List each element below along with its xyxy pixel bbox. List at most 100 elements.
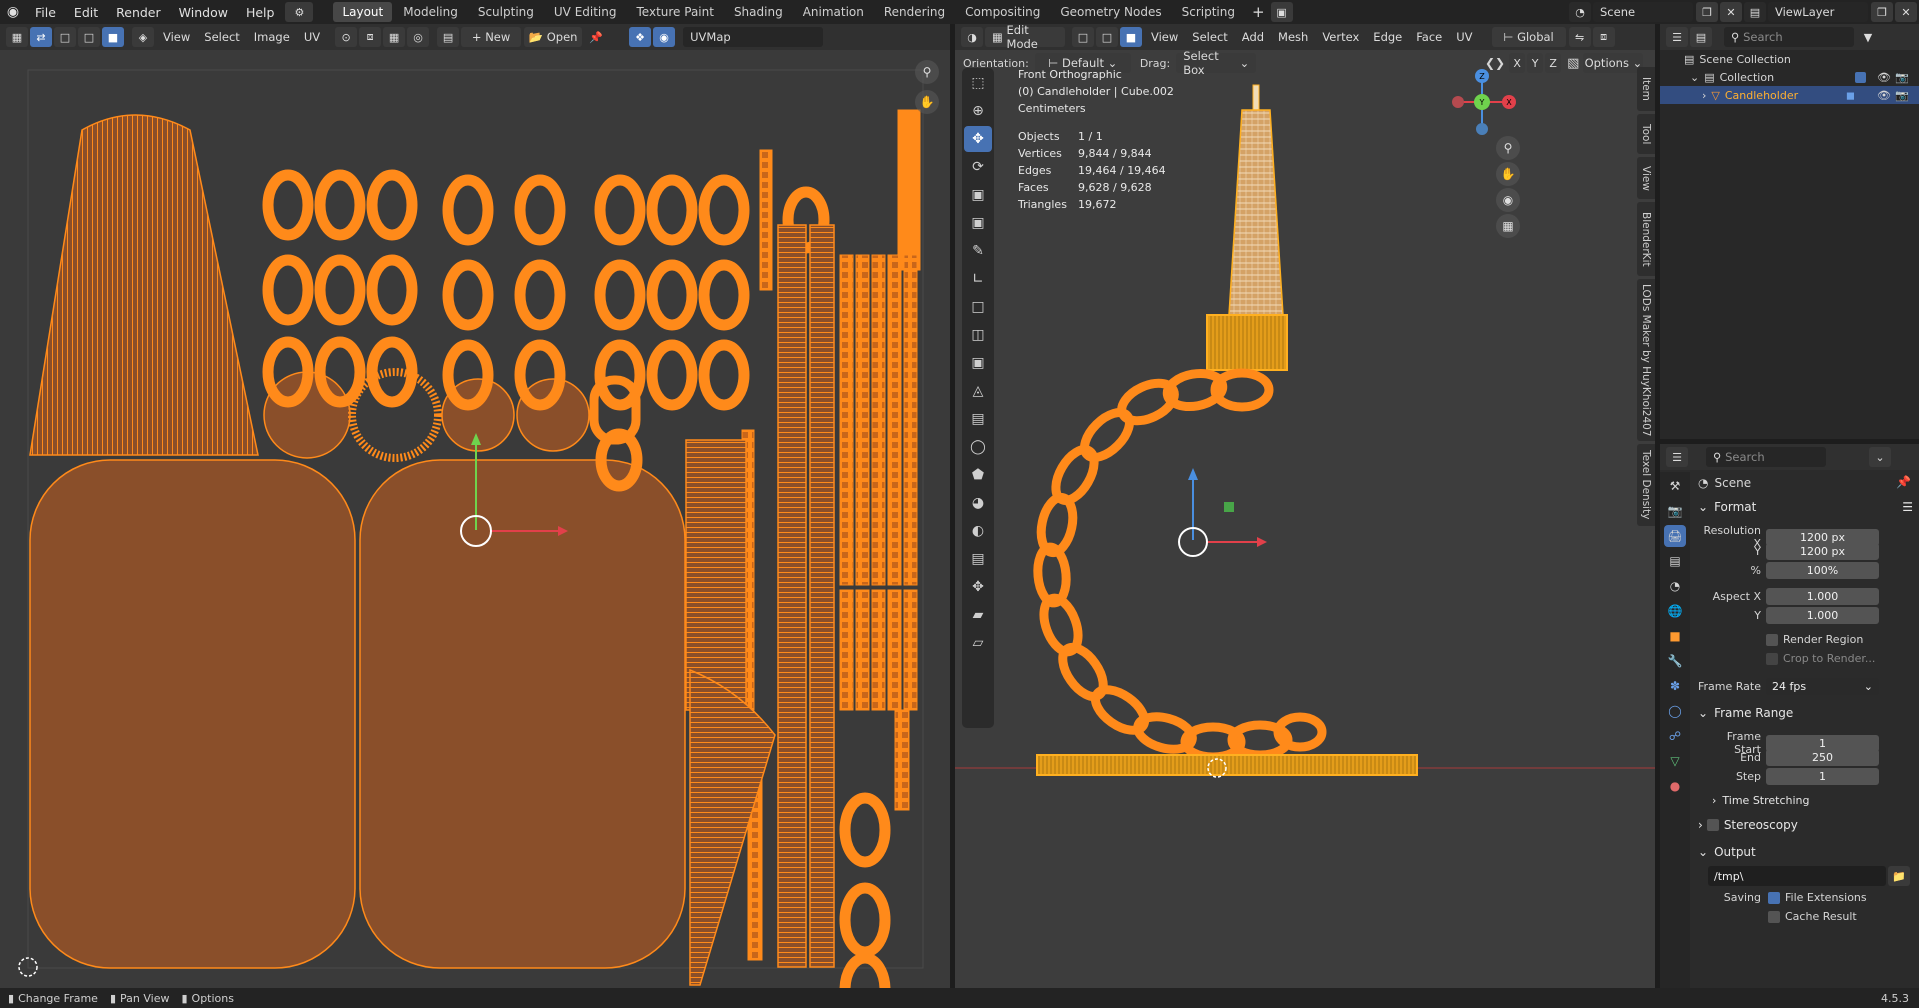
modifiers-tab-icon[interactable]: 🔧 xyxy=(1664,650,1686,672)
pivot-icon[interactable]: ⊙ xyxy=(335,27,358,47)
material-tab-icon[interactable]: ● xyxy=(1664,775,1686,797)
viewport-editor-type-icon[interactable]: ◑ xyxy=(961,27,983,47)
viewport-menu-face[interactable]: Face xyxy=(1409,30,1449,44)
object-visibility-icon[interactable]: 👁 xyxy=(1877,89,1891,102)
tool-tab-icon[interactable]: ⚒ xyxy=(1664,475,1686,497)
pin-icon[interactable]: 📌 xyxy=(585,27,607,47)
workspace-menu-icon[interactable]: ▣ xyxy=(1270,2,1293,22)
frame-step-field[interactable]: 1 xyxy=(1766,768,1879,785)
add-workspace-icon[interactable]: + xyxy=(1246,3,1271,21)
render-region-checkbox[interactable] xyxy=(1766,633,1778,646)
menu-edit[interactable]: Edit xyxy=(65,5,107,20)
vertex-mode-icon[interactable]: □ xyxy=(1072,27,1094,47)
output-path-field[interactable]: /tmp\ xyxy=(1708,866,1886,886)
viewport-menu-edge[interactable]: Edge xyxy=(1366,30,1409,44)
tab-animation[interactable]: Animation xyxy=(794,2,873,22)
uv-menu-view[interactable]: View xyxy=(156,30,197,44)
uv-pan-icon[interactable]: ✋ xyxy=(915,90,939,114)
viewport-pan-icon[interactable]: ✋ xyxy=(1496,162,1520,186)
outliner-scene-collection[interactable]: ▤ Scene Collection xyxy=(1660,50,1919,68)
face-mode-icon[interactable]: ■ xyxy=(1120,27,1142,47)
outliner-display-mode-icon[interactable]: ▤ xyxy=(1690,27,1712,47)
viewport-menu-view[interactable]: View xyxy=(1144,30,1185,44)
scene-selector[interactable]: Scene xyxy=(1593,2,1693,22)
view-layer-icon[interactable]: ▤ xyxy=(1744,2,1766,22)
viewport-menu-select[interactable]: Select xyxy=(1185,30,1234,44)
stereoscopy-panel-header[interactable]: › Stereoscopy xyxy=(1698,818,1913,832)
stereoscopy-checkbox[interactable] xyxy=(1706,819,1719,831)
snapping-icon[interactable]: ⧈ xyxy=(1592,27,1615,47)
file-extensions-checkbox[interactable] xyxy=(1768,891,1780,904)
transform-orientation-selector[interactable]: ⊢ Global xyxy=(1491,27,1566,47)
open-image-button[interactable]: 📂 Open xyxy=(524,27,583,47)
snap-icon[interactable]: ⧈ xyxy=(359,27,382,47)
properties-options-icon[interactable]: ⌄ xyxy=(1869,447,1891,467)
frame-range-panel-header[interactable]: ⌄ Frame Range xyxy=(1698,706,1913,720)
format-presets-icon[interactable]: ☰ xyxy=(1902,500,1913,514)
vertex-select-icon[interactable]: □ xyxy=(54,27,76,47)
uvmap-selector[interactable]: UVMap xyxy=(683,27,824,47)
collection-render-icon[interactable]: 📷 xyxy=(1895,71,1909,84)
view-layer-selector[interactable]: ViewLayer xyxy=(1768,2,1868,22)
blender-logo-icon[interactable]: ◉ xyxy=(0,4,26,20)
tab-compositing[interactable]: Compositing xyxy=(956,2,1049,22)
outliner-collection[interactable]: ⌄ ▤ Collection 👁 📷 xyxy=(1660,68,1919,86)
properties-editor-type-icon[interactable]: ☰ xyxy=(1666,447,1688,467)
properties-search[interactable]: ⚲ Search xyxy=(1706,447,1826,467)
delete-scene-icon[interactable]: ✕ xyxy=(1720,2,1742,22)
crop-to-render-checkbox[interactable] xyxy=(1766,652,1778,665)
collection-exclude-checkbox[interactable] xyxy=(1855,71,1866,83)
collection-visibility-icon[interactable]: 👁 xyxy=(1877,71,1891,84)
tab-sculpting[interactable]: Sculpting xyxy=(469,2,543,22)
object-render-icon[interactable]: 📷 xyxy=(1895,89,1909,102)
sidebar-tab-view[interactable]: View xyxy=(1637,157,1655,199)
tab-texture-paint[interactable]: Texture Paint xyxy=(628,2,723,22)
resolution-y-field[interactable]: 1200 px xyxy=(1766,543,1879,560)
view-layer-tab-icon[interactable]: ▤ xyxy=(1664,550,1686,572)
cache-result-row[interactable]: Cache Result xyxy=(1768,910,1857,923)
edge-select-icon[interactable]: □ xyxy=(78,27,100,47)
time-stretching-subpanel[interactable]: › Time Stretching xyxy=(1712,794,1810,807)
sidebar-tab-texel-density[interactable]: Texel Density xyxy=(1637,444,1655,526)
output-tab-icon[interactable]: 🖨 xyxy=(1664,525,1686,547)
frame-rate-dropdown[interactable]: 24 fps ⌄ xyxy=(1766,678,1879,695)
outliner-object-candleholder[interactable]: › ▽ Candleholder ◼ 👁 📷 xyxy=(1660,86,1919,104)
editor-type-icon[interactable]: ▦ xyxy=(6,27,28,47)
uv-overlay-icon[interactable]: ❖ xyxy=(629,27,652,47)
outliner-filter-icon[interactable]: ▼ xyxy=(1857,27,1879,47)
aspect-x-field[interactable]: 1.000 xyxy=(1766,588,1879,605)
delete-view-layer-icon[interactable]: ✕ xyxy=(1895,2,1917,22)
expand-object-icon[interactable]: › xyxy=(1702,89,1706,102)
copy-scene-icon[interactable]: ❐ xyxy=(1696,2,1718,22)
expand-collection-icon[interactable]: ⌄ xyxy=(1690,71,1699,84)
outliner-editor-type-icon[interactable]: ☰ xyxy=(1666,27,1688,47)
viewport-grid-icon[interactable]: ▦ xyxy=(1496,214,1520,238)
outliner-search[interactable]: ⚲ Search xyxy=(1724,27,1854,47)
sidebar-tab-tool[interactable]: Tool xyxy=(1637,114,1655,154)
crop-to-render-row[interactable]: Crop to Render... xyxy=(1766,652,1875,665)
accessibility-icon[interactable]: ⚙ xyxy=(285,2,314,22)
tab-geometry-nodes[interactable]: Geometry Nodes xyxy=(1051,2,1170,22)
new-image-button[interactable]: + New xyxy=(461,27,522,47)
tab-rendering[interactable]: Rendering xyxy=(875,2,954,22)
uv-menu-select[interactable]: Select xyxy=(197,30,246,44)
sidebar-tab-item[interactable]: Item xyxy=(1637,67,1655,111)
menu-window[interactable]: Window xyxy=(170,5,237,20)
uv-menu-image[interactable]: Image xyxy=(247,30,297,44)
viewport-menu-vertex[interactable]: Vertex xyxy=(1315,30,1366,44)
uv-gizmo-icon[interactable]: ◉ xyxy=(653,27,676,47)
constraints-tab-icon[interactable]: ☍ xyxy=(1664,725,1686,747)
frame-end-field[interactable]: 250 xyxy=(1766,749,1879,766)
particles-tab-icon[interactable]: ✽ xyxy=(1664,675,1686,697)
object-tab-icon[interactable]: ■ xyxy=(1664,625,1686,647)
render-tab-icon[interactable]: 📷 xyxy=(1664,500,1686,522)
edge-mode-icon[interactable]: □ xyxy=(1096,27,1118,47)
viewport-canvas[interactable]: Orientation: ⊢ Default ⌄ Drag: Select Bo… xyxy=(955,49,1655,988)
proportional-edit-icon[interactable]: ◎ xyxy=(407,27,430,47)
viewport-menu-mesh[interactable]: Mesh xyxy=(1271,30,1315,44)
menu-file[interactable]: File xyxy=(26,5,65,20)
menu-render[interactable]: Render xyxy=(107,5,170,20)
world-tab-icon[interactable]: 🌐 xyxy=(1664,600,1686,622)
face-select-icon[interactable]: ■ xyxy=(102,27,124,47)
output-panel-header[interactable]: ⌄ Output xyxy=(1698,845,1913,859)
